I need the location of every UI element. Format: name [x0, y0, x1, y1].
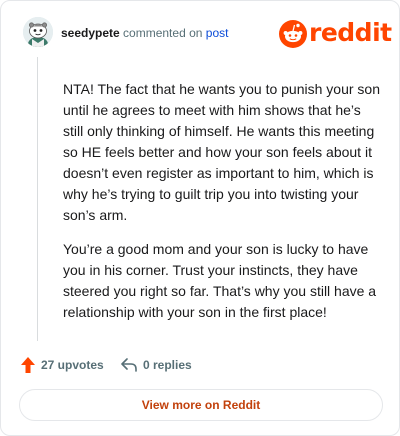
comment-meta: seedypete commented on post [61, 25, 228, 41]
username[interactable]: seedypete [61, 26, 120, 40]
snoo-avatar-icon [23, 17, 53, 47]
comment-body: NTA! The fact that he wants you to punis… [63, 79, 383, 336]
reddit-alien-icon [279, 20, 307, 48]
thread-line[interactable] [37, 57, 38, 341]
comment-paragraph: You’re a good mom and your son is lucky … [63, 241, 377, 320]
upvote-arrow-icon [21, 357, 35, 373]
user-avatar[interactable] [23, 17, 53, 47]
post-link[interactable]: post [206, 26, 229, 40]
reply-arrow-icon [121, 358, 137, 372]
comment-actions: 27 upvotes 0 replies [21, 355, 381, 375]
comment-paragraph: NTA! The fact that he wants you to punis… [63, 81, 380, 223]
embedded-comment-card: seedypete commented on post reddit NTA! … [0, 0, 400, 436]
reddit-logo[interactable]: reddit [279, 19, 392, 49]
comment-header: seedypete commented on post reddit [23, 17, 392, 53]
action-text: commented on [123, 26, 203, 40]
upvote-button[interactable]: 27 upvotes [21, 355, 104, 375]
reply-button[interactable]: 0 replies [121, 355, 192, 375]
reply-count: 0 replies [143, 358, 192, 372]
reddit-wordmark: reddit [309, 18, 392, 47]
upvote-count: 27 upvotes [41, 358, 104, 372]
view-more-button[interactable]: View more on Reddit [19, 389, 383, 421]
